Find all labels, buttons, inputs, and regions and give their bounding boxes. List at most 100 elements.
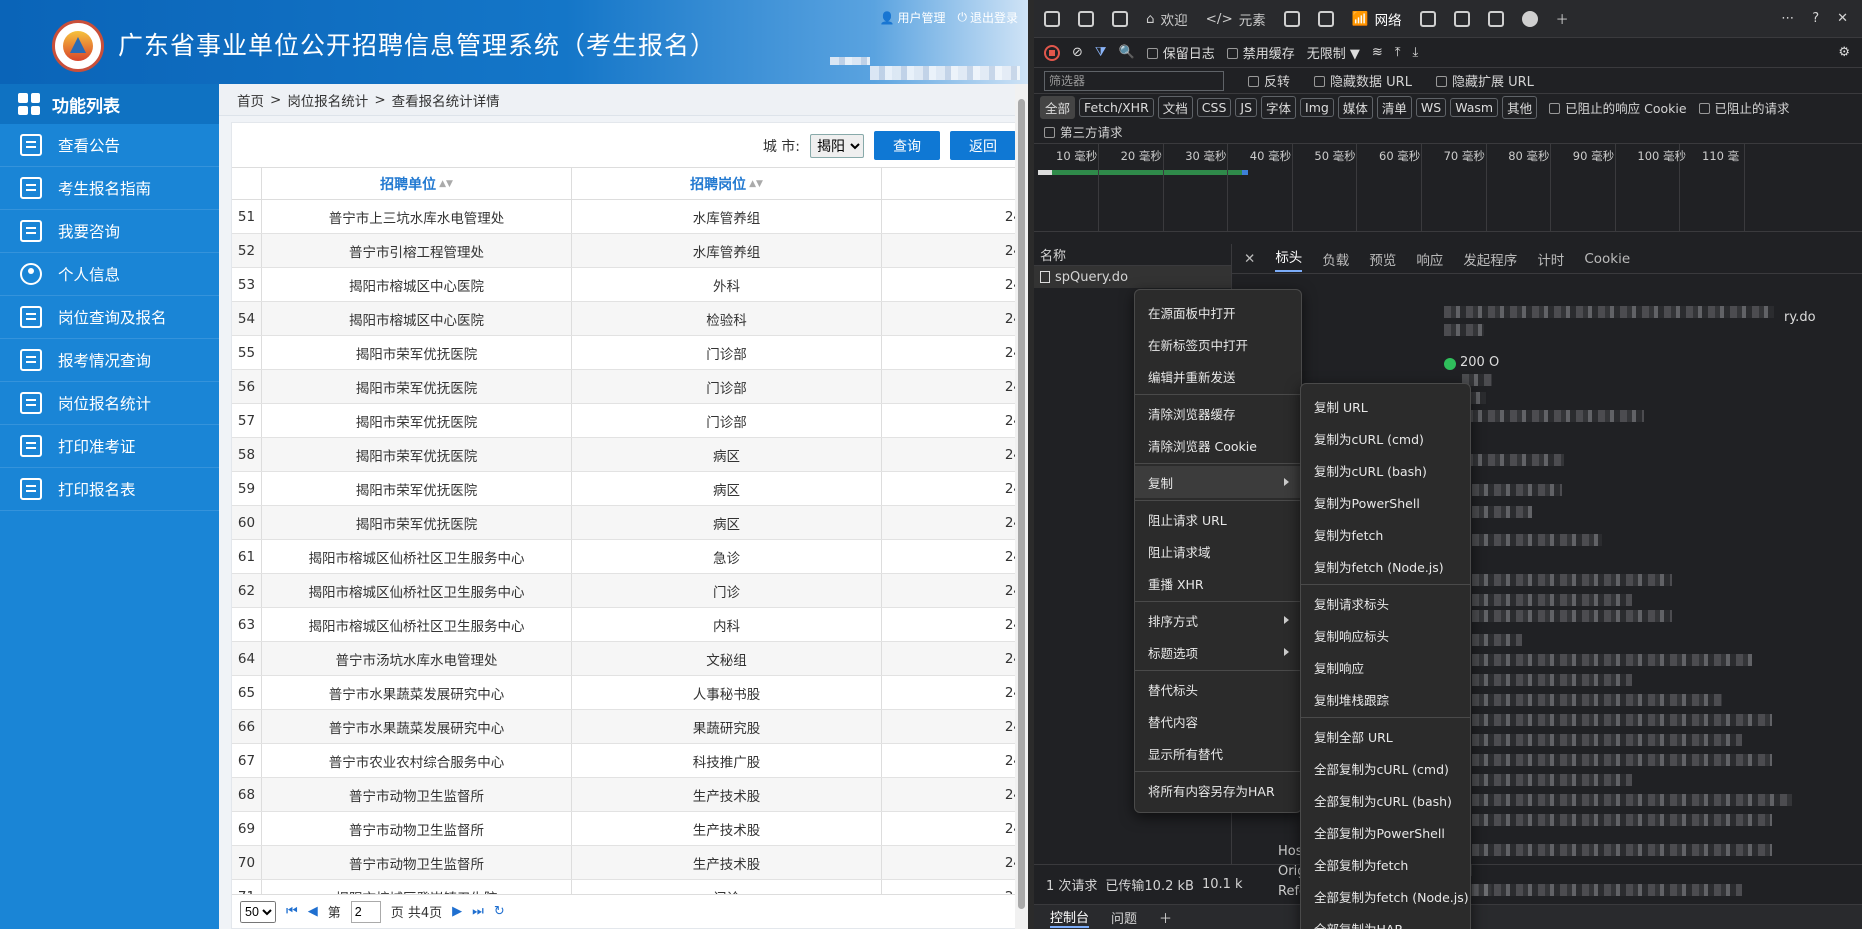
- sidebar-item-announcements[interactable]: 查看公告: [0, 124, 219, 167]
- console-icon[interactable]: [1283, 10, 1300, 27]
- context-menu-item[interactable]: 清除浏览器缓存: [1135, 397, 1301, 429]
- more-icon[interactable]: ⋯: [1781, 11, 1794, 26]
- chip-font[interactable]: 字体: [1261, 95, 1297, 119]
- chip-all[interactable]: 全部: [1040, 95, 1076, 119]
- copy-menu-item[interactable]: 复制响应: [1301, 651, 1470, 683]
- sidebar-item-apply-status[interactable]: 报考情况查询: [0, 339, 219, 382]
- chip-other[interactable]: 其他: [1502, 95, 1538, 119]
- tab-response[interactable]: 响应: [1416, 249, 1443, 269]
- close-icon[interactable]: ✕: [1837, 11, 1848, 26]
- tab-welcome[interactable]: ⌂ 欢迎: [1146, 9, 1188, 29]
- chip-wasm[interactable]: Wasm: [1450, 97, 1499, 117]
- city-select[interactable]: 揭阳: [810, 133, 864, 158]
- context-menu-item[interactable]: 排序方式: [1135, 604, 1301, 636]
- drawer-tab-issues[interactable]: 问题: [1111, 908, 1137, 927]
- copy-menu-item[interactable]: 复制为fetch: [1301, 518, 1470, 550]
- third-party-checkbox[interactable]: 第三方请求: [1044, 122, 1123, 141]
- copy-menu-item[interactable]: 全部复制为fetch: [1301, 848, 1470, 880]
- chip-fetch-xhr[interactable]: Fetch/XHR: [1079, 97, 1154, 117]
- request-row[interactable]: spQuery.do: [1034, 266, 1231, 288]
- context-menu-item[interactable]: 替代内容: [1135, 705, 1301, 737]
- context-menu-item[interactable]: 阻止请求 URL: [1135, 503, 1301, 535]
- copy-menu-item[interactable]: 全部复制为PowerShell: [1301, 816, 1470, 848]
- breadcrumb-home[interactable]: 首页: [237, 90, 264, 110]
- network-timeline[interactable]: 10 毫秒 20 毫秒 30 毫秒 40 毫秒 50 毫秒 60 毫秒 70 毫秒 80 毫秒…: [1034, 144, 1862, 232]
- disable-cache-checkbox[interactable]: 禁用缓存: [1226, 43, 1295, 62]
- sidebar-item-print-form[interactable]: 打印报名表: [0, 468, 219, 511]
- last-page-icon[interactable]: ⏭: [472, 904, 484, 919]
- chip-ws[interactable]: WS: [1415, 97, 1447, 117]
- copy-menu-item[interactable]: 复制全部 URL: [1301, 720, 1470, 752]
- copy-menu-item[interactable]: 复制为PowerShell: [1301, 486, 1470, 518]
- search-icon[interactable]: 🔍: [1119, 45, 1135, 60]
- context-menu-item[interactable]: 阻止请求域: [1135, 535, 1301, 567]
- settings-icon[interactable]: ⚙: [1838, 45, 1862, 60]
- sidebar-item-guide[interactable]: 考生报名指南: [0, 167, 219, 210]
- import-har-icon[interactable]: ⤒: [1395, 45, 1401, 60]
- gear-icon[interactable]: [1453, 10, 1470, 27]
- copy-menu-item[interactable]: 复制为cURL (cmd): [1301, 422, 1470, 454]
- inspect-icon[interactable]: [1044, 10, 1060, 27]
- dock-icon[interactable]: [1112, 10, 1128, 27]
- col-header-unit[interactable]: 招聘单位 ▲▼: [262, 168, 572, 199]
- chip-js[interactable]: JS: [1235, 97, 1258, 117]
- throttle-select[interactable]: 无限制 ▼: [1307, 43, 1360, 62]
- back-button[interactable]: 返回: [950, 131, 1016, 160]
- preserve-log-checkbox[interactable]: 保留日志: [1146, 43, 1215, 62]
- sidebar-item-print-admit[interactable]: 打印准考证: [0, 425, 219, 468]
- prev-page-icon[interactable]: ◀: [308, 904, 318, 919]
- context-menu-item[interactable]: 替代标头: [1135, 673, 1301, 705]
- breadcrumb-stats[interactable]: 岗位报名统计: [287, 90, 368, 110]
- query-button[interactable]: 查询: [874, 131, 940, 160]
- next-page-icon[interactable]: ▶: [452, 904, 462, 919]
- copy-menu-item[interactable]: 全部复制为HAR: [1301, 912, 1470, 929]
- network-conditions-icon[interactable]: ≋: [1372, 45, 1383, 60]
- tab-initiator[interactable]: 发起程序: [1463, 249, 1517, 269]
- chip-doc[interactable]: 文档: [1157, 95, 1193, 119]
- context-menu-item[interactable]: 在源面板中打开: [1135, 296, 1301, 328]
- export-har-icon[interactable]: ⤓: [1413, 45, 1419, 60]
- record-icon[interactable]: [1044, 44, 1060, 61]
- filter-toggle-icon[interactable]: ⧩: [1095, 45, 1107, 60]
- device-icon[interactable]: [1078, 10, 1094, 27]
- clear-icon[interactable]: ⊘: [1072, 45, 1083, 60]
- copy-menu-item[interactable]: 复制为fetch (Node.js): [1301, 550, 1470, 582]
- context-menu-item[interactable]: 编辑并重新发送: [1135, 360, 1301, 392]
- tab-payload[interactable]: 负载: [1322, 249, 1349, 269]
- copy-menu-item[interactable]: 全部复制为cURL (bash): [1301, 784, 1470, 816]
- context-menu-item[interactable]: 显示所有替代: [1135, 737, 1301, 769]
- chip-manifest[interactable]: 清单: [1376, 95, 1412, 119]
- sidebar-item-consult[interactable]: 我要咨询: [0, 210, 219, 253]
- context-menu-item[interactable]: 重播 XHR: [1135, 567, 1301, 599]
- copy-menu-item[interactable]: 复制为cURL (bash): [1301, 454, 1470, 486]
- blocked-request-checkbox[interactable]: 已阻止的请求: [1698, 98, 1790, 117]
- hide-data-url-checkbox[interactable]: 隐藏数据 URL: [1314, 71, 1412, 90]
- chip-img[interactable]: Img: [1300, 97, 1334, 117]
- close-detail-icon[interactable]: ✕: [1244, 251, 1255, 267]
- sidebar-item-post-query[interactable]: 岗位查询及报名: [0, 296, 219, 339]
- tab-headers[interactable]: 标头: [1275, 246, 1303, 272]
- hide-ext-url-checkbox[interactable]: 隐藏扩展 URL: [1435, 71, 1534, 90]
- help-icon[interactable]: ?: [1812, 11, 1819, 26]
- drawer-tab-console[interactable]: 控制台: [1050, 907, 1090, 928]
- refresh-icon[interactable]: ↻: [494, 904, 505, 919]
- tab-elements[interactable]: </> 元素: [1206, 9, 1266, 29]
- blocked-cookie-checkbox[interactable]: 已阻止的响应 Cookie: [1549, 98, 1687, 117]
- logout-link[interactable]: ⏻ 退出登录: [957, 9, 1018, 26]
- copy-menu-item[interactable]: 复制堆栈跟踪: [1301, 683, 1470, 715]
- add-tab-icon[interactable]: ＋: [1556, 9, 1569, 28]
- copy-menu-item[interactable]: 复制响应标头: [1301, 619, 1470, 651]
- filter-input[interactable]: 筛选器: [1044, 70, 1224, 91]
- chip-media[interactable]: 媒体: [1337, 95, 1373, 119]
- context-menu-item[interactable]: 清除浏览器 Cookie: [1135, 429, 1301, 461]
- context-menu-item[interactable]: 将所有内容另存为HAR: [1135, 774, 1301, 806]
- add-drawer-tab-icon[interactable]: ＋: [1159, 908, 1172, 927]
- bug-icon[interactable]: [1317, 10, 1334, 27]
- application-icon[interactable]: [1487, 10, 1504, 27]
- sidebar-item-post-stats[interactable]: 岗位报名统计: [0, 382, 219, 425]
- sidebar-item-profile[interactable]: 个人信息: [0, 253, 219, 296]
- first-page-icon[interactable]: ⏮: [286, 904, 298, 919]
- context-menu-item[interactable]: 在新标签页中打开: [1135, 328, 1301, 360]
- context-menu-item[interactable]: 复制: [1135, 466, 1301, 498]
- chip-css[interactable]: CSS: [1196, 97, 1232, 117]
